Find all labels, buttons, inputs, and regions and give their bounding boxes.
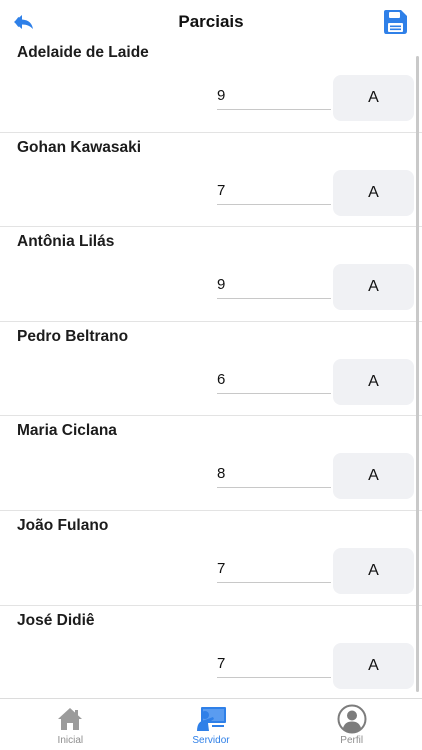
tab-label: Servidor bbox=[192, 735, 230, 746]
tab-servidor[interactable]: Servidor bbox=[141, 699, 282, 750]
grade-input[interactable] bbox=[217, 647, 331, 678]
header-bar: Parciais bbox=[0, 0, 422, 44]
student-list[interactable]: Adelaide de Laide A Gohan Kawasaki A Ant… bbox=[0, 38, 422, 698]
list-item: Gohan Kawasaki A bbox=[0, 133, 422, 228]
status-button[interactable]: A bbox=[333, 358, 414, 405]
grade-input[interactable] bbox=[217, 269, 331, 300]
page-title: Parciais bbox=[178, 12, 244, 31]
status-button[interactable]: A bbox=[333, 75, 414, 121]
tab-label: Inicial bbox=[57, 735, 84, 746]
user-circle-icon bbox=[337, 704, 367, 734]
status-button[interactable]: A bbox=[333, 642, 414, 689]
status-button[interactable]: A bbox=[333, 169, 414, 216]
status-button[interactable]: A bbox=[333, 453, 414, 500]
student-name: Maria Ciclana bbox=[17, 422, 117, 440]
student-name: Adelaide de Laide bbox=[17, 44, 149, 61]
home-icon bbox=[58, 708, 83, 730]
student-name: Pedro Beltrano bbox=[17, 327, 129, 345]
bottom-tab-bar: Inicial Servidor Perfil bbox=[0, 698, 422, 750]
student-name: José Didiê bbox=[17, 611, 95, 629]
list-item: Antônia Lilás A bbox=[0, 227, 422, 322]
grade-input[interactable] bbox=[217, 458, 331, 489]
teacher-board-icon bbox=[197, 707, 226, 731]
list-item: Pedro Beltrano A bbox=[0, 322, 422, 417]
app-screen: Parciais Adelaide de Laide A Gohan Kawas… bbox=[0, 0, 422, 750]
grade-input[interactable] bbox=[217, 363, 331, 394]
status-button[interactable]: A bbox=[333, 264, 414, 311]
tab-inicial[interactable]: Inicial bbox=[0, 699, 141, 750]
grade-input[interactable] bbox=[217, 174, 331, 205]
status-button[interactable]: A bbox=[333, 547, 414, 594]
scrollbar[interactable] bbox=[416, 56, 419, 692]
tab-label: Perfil bbox=[340, 735, 364, 746]
tab-perfil[interactable]: Perfil bbox=[281, 699, 422, 750]
grade-input[interactable] bbox=[217, 552, 331, 583]
student-name: Gohan Kawasaki bbox=[17, 138, 142, 156]
list-item: Maria Ciclana A bbox=[0, 416, 422, 511]
list-item: João Fulano A bbox=[0, 511, 422, 606]
save-button[interactable] bbox=[382, 9, 408, 35]
list-item: Adelaide de Laide A bbox=[0, 38, 422, 133]
student-name: João Fulano bbox=[17, 516, 109, 534]
student-name: Antônia Lilás bbox=[17, 233, 115, 251]
grade-input[interactable] bbox=[217, 80, 331, 110]
floppy-disk-icon bbox=[384, 10, 407, 34]
list-item: José Didiê A bbox=[0, 606, 422, 698]
